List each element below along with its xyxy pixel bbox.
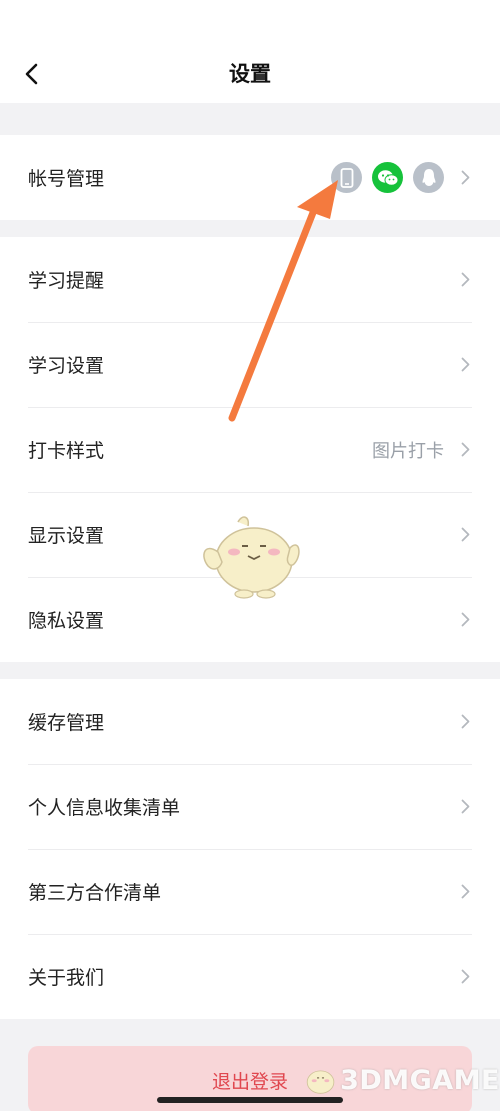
mascot-illustration	[203, 516, 300, 599]
divider	[28, 407, 472, 408]
about-us-label: 关于我们	[28, 967, 105, 989]
chevron-right-icon	[458, 610, 472, 630]
wechat-icon	[372, 162, 403, 193]
chevron-right-icon	[458, 712, 472, 732]
account-section: 帐号管理	[0, 135, 500, 220]
chevron-right-icon	[458, 967, 472, 987]
divider	[28, 492, 472, 493]
about-us-row[interactable]: 关于我们	[0, 934, 500, 1019]
personal-info-list-row[interactable]: 个人信息收集清单	[0, 764, 500, 849]
checkin-style-label: 打卡样式	[28, 440, 105, 462]
phone-icon	[331, 162, 362, 193]
account-management-row[interactable]: 帐号管理	[0, 135, 500, 220]
logout-label: 退出登录	[211, 1070, 288, 1093]
account-management-label: 帐号管理	[28, 168, 105, 190]
checkin-style-value: 图片打卡	[372, 440, 444, 462]
checkin-style-row[interactable]: 打卡样式 图片打卡	[0, 407, 500, 492]
personal-info-list-label: 个人信息收集清单	[28, 797, 181, 819]
nav-bar: 设置	[0, 0, 500, 103]
display-settings-label: 显示设置	[28, 525, 105, 547]
cache-management-row[interactable]: 缓存管理	[0, 679, 500, 764]
chevron-right-icon	[458, 168, 472, 188]
study-settings-label: 学习设置	[28, 355, 105, 377]
chevron-right-icon	[458, 882, 472, 902]
chevron-right-icon	[458, 270, 472, 290]
study-reminder-row[interactable]: 学习提醒	[0, 237, 500, 322]
divider	[28, 764, 472, 765]
chevron-right-icon	[458, 355, 472, 375]
chevron-right-icon	[458, 525, 472, 545]
cache-management-label: 缓存管理	[28, 712, 105, 734]
chevron-right-icon	[458, 797, 472, 817]
third-party-list-label: 第三方合作清单	[28, 882, 162, 904]
watermark-text: 3DMGAME	[340, 1064, 500, 1096]
divider	[28, 849, 472, 850]
info-section: 缓存管理 个人信息收集清单 第三方合作清单 关于我们	[0, 679, 500, 1019]
third-party-list-row[interactable]: 第三方合作清单	[0, 849, 500, 934]
study-reminder-label: 学习提醒	[28, 270, 105, 292]
home-indicator[interactable]	[157, 1097, 343, 1103]
page-title: 设置	[229, 62, 271, 86]
qq-icon	[413, 162, 444, 193]
divider	[28, 934, 472, 935]
study-settings-row[interactable]: 学习设置	[0, 322, 500, 407]
chevron-right-icon	[458, 440, 472, 460]
divider	[28, 322, 472, 323]
privacy-settings-label: 隐私设置	[28, 610, 105, 632]
